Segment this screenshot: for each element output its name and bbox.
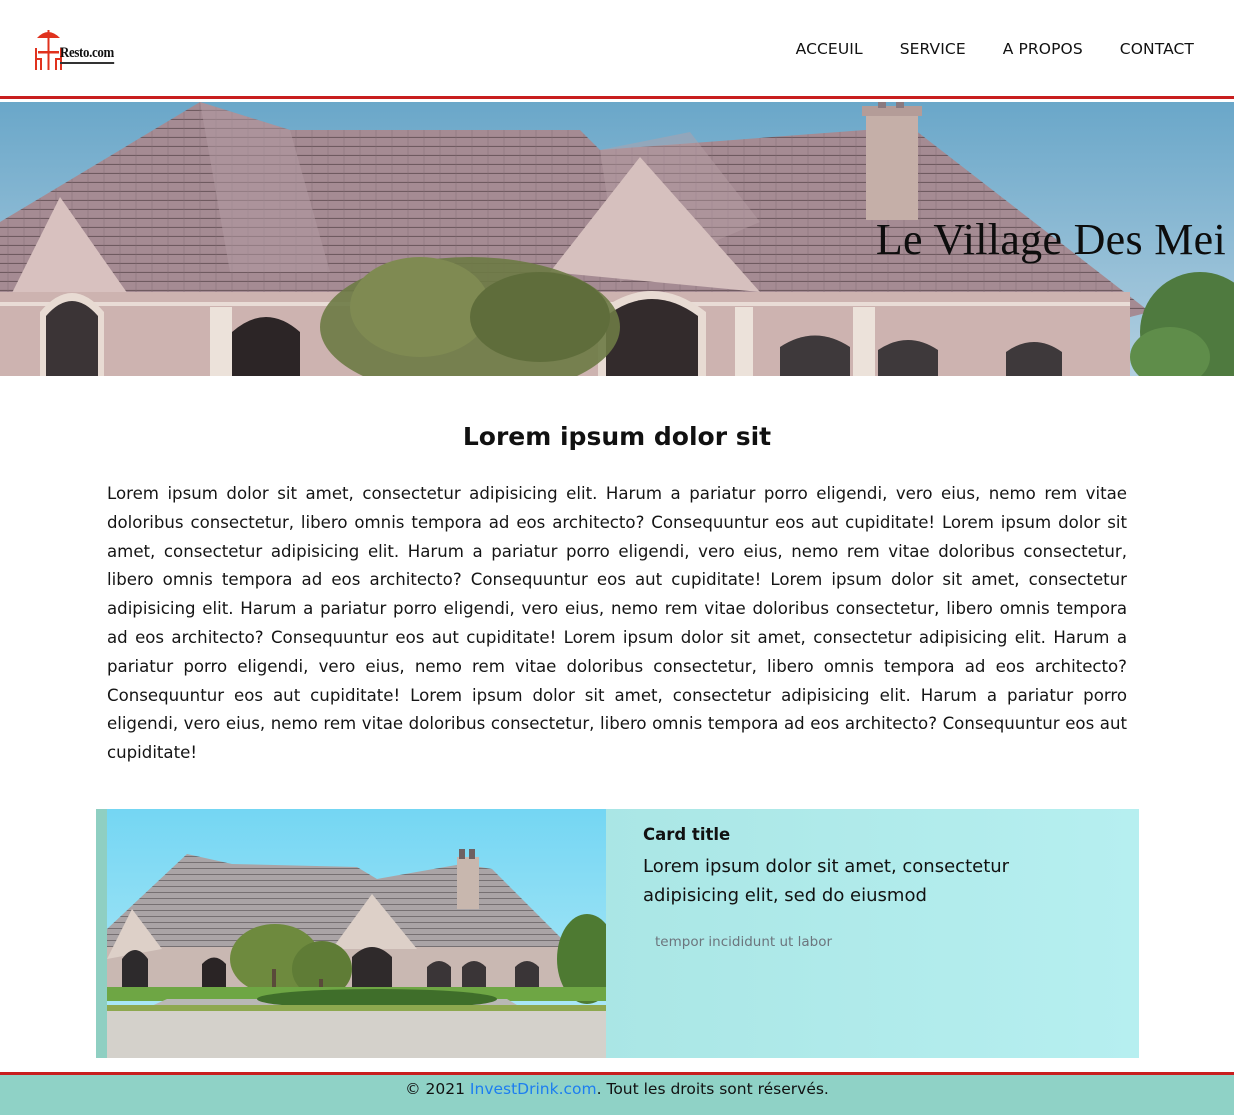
hero-banner: Le Village Des Mei [0, 102, 1234, 376]
nav-item-a-propos[interactable]: A PROPOS [1003, 40, 1083, 58]
section-title: Lorem ipsum dolor sit [462, 422, 772, 451]
card-muted-text: tempor incididunt ut labor [655, 934, 833, 950]
nav-item-contact[interactable]: CONTACT [1120, 40, 1194, 58]
info-card: Card title Lorem ipsum dolor sit amet, c… [96, 809, 1139, 1058]
main-nav: ACCEUIL SERVICE A PROPOS CONTACT [759, 40, 1194, 58]
logo-text: Resto.com [60, 46, 114, 64]
hero-title: Le Village Des Mei [875, 215, 1226, 264]
nav-item-accueil[interactable]: ACCEUIL [796, 40, 863, 58]
card-house-image [107, 809, 606, 1058]
site-logo[interactable]: Resto.com [34, 24, 126, 74]
card-body: Card title Lorem ipsum dolor sit amet, c… [643, 825, 1103, 950]
footer-copyright: © 2021 [405, 1080, 470, 1098]
footer-rights: . Tout les droits sont réservés. [596, 1080, 829, 1098]
site-footer: © 2021 InvestDrink.com. Tout les droits … [0, 1072, 1234, 1115]
intro-paragraph: Lorem ipsum dolor sit amet, consectetur … [107, 484, 1127, 763]
card-text: Lorem ipsum dolor sit amet, consectetur … [643, 856, 1010, 906]
footer-link[interactable]: InvestDrink.com [470, 1080, 597, 1098]
nav-item-service[interactable]: SERVICE [900, 40, 966, 58]
card-title: Card title [643, 825, 731, 844]
site-header: Resto.com ACCEUIL SERVICE A PROPOS CONTA… [0, 0, 1234, 99]
